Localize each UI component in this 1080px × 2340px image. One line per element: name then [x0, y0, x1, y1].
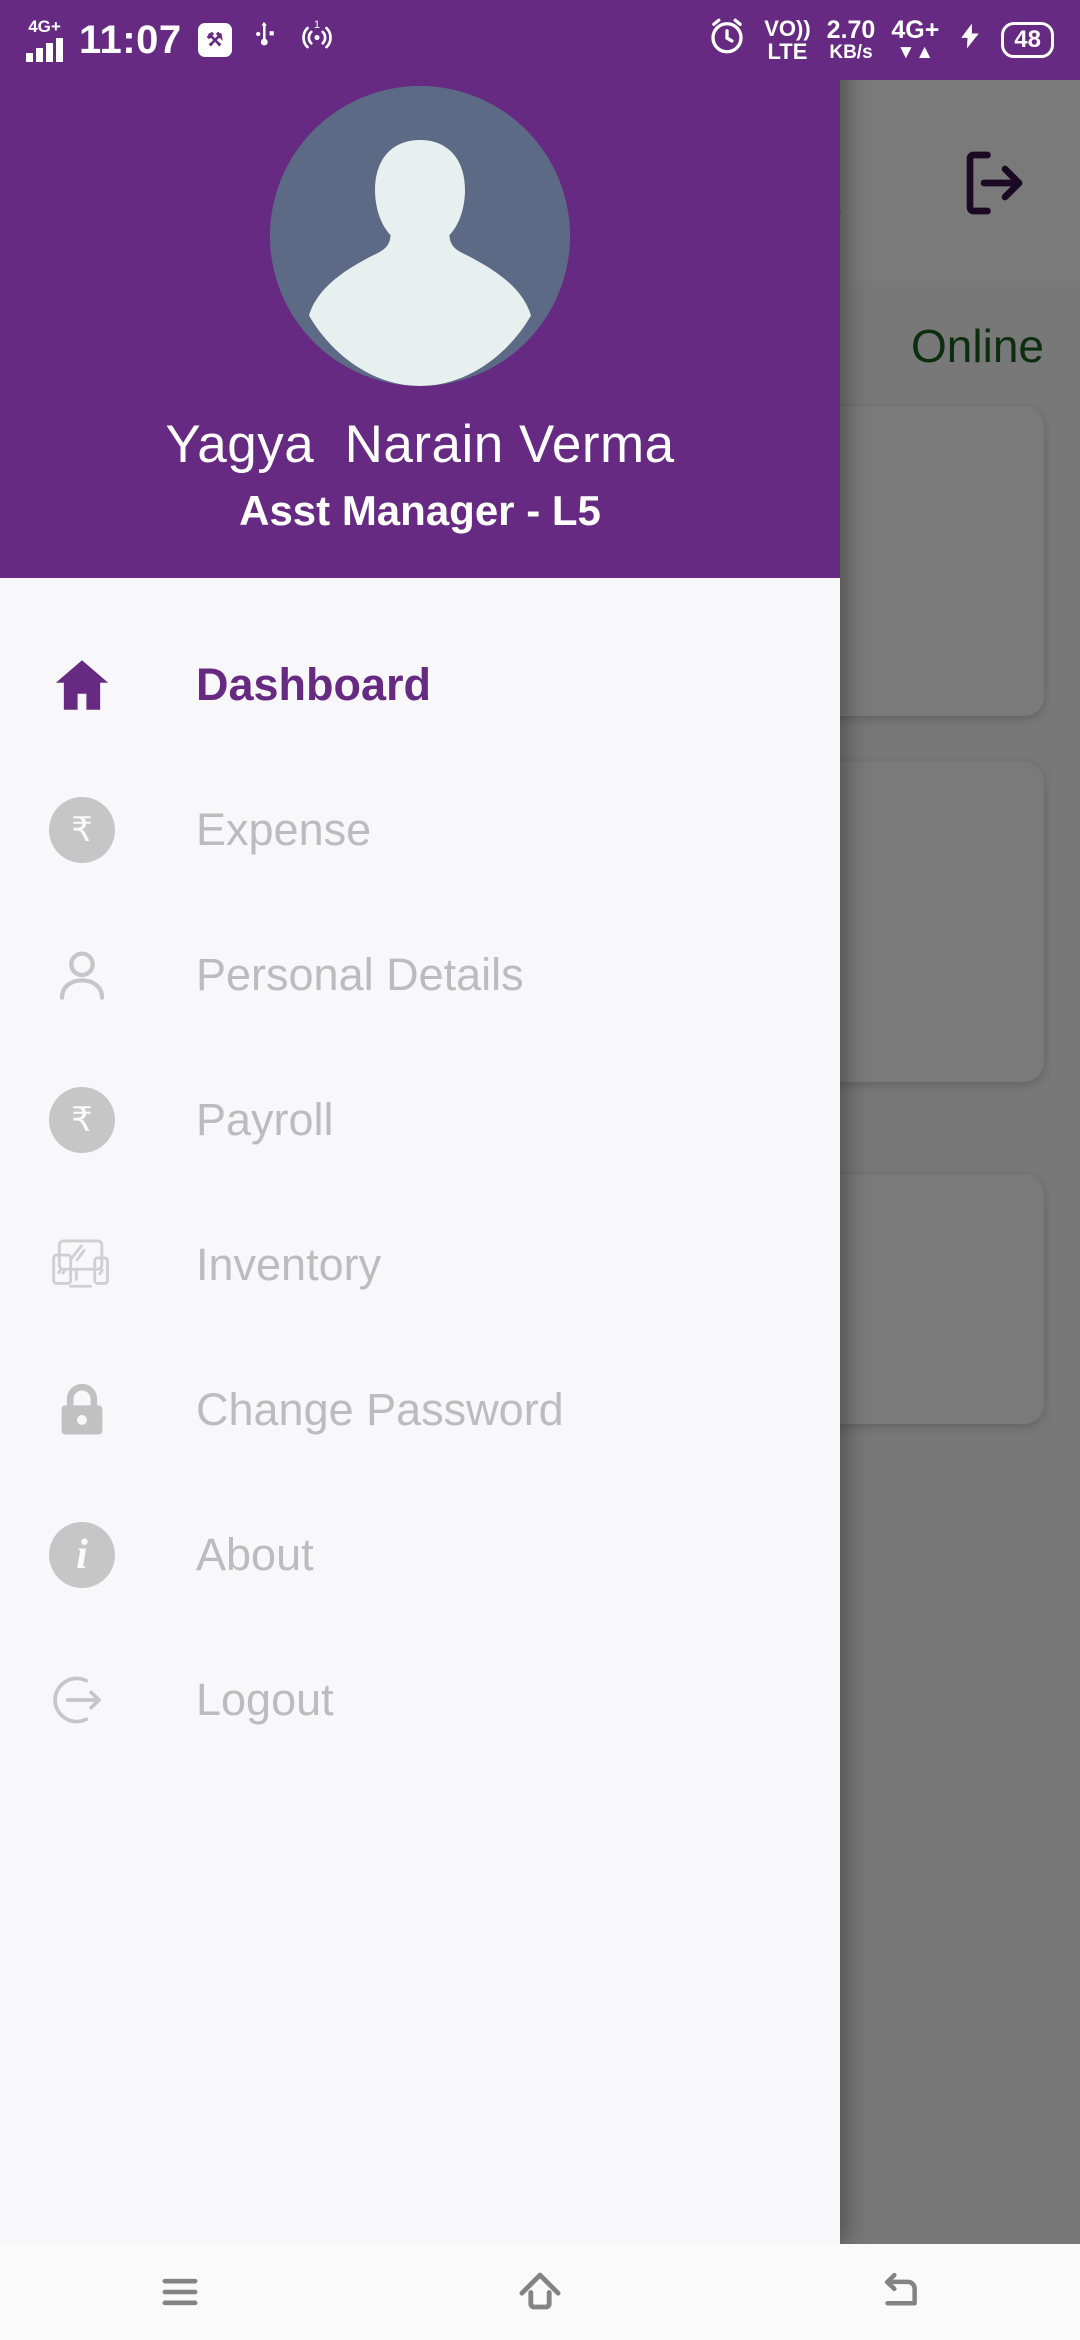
sidebar-item-label: Payroll	[196, 1093, 334, 1145]
lock-icon	[36, 1377, 128, 1443]
sidebar-item-about[interactable]: i About	[0, 1482, 840, 1627]
volte-indicator: VO)) LTE	[764, 15, 811, 64]
android-navigation-bar	[0, 2244, 1080, 2340]
profile-user-name: Yagya Narain Verma	[165, 415, 675, 474]
data-rate-indicator: 2.70 KB/s	[826, 15, 876, 64]
usb-debug-icon: ⚒	[197, 23, 232, 57]
sidebar-item-label: About	[196, 1528, 314, 1580]
sidebar-item-inventory[interactable]: Inventory	[0, 1192, 840, 1337]
recents-icon[interactable]	[90, 2266, 270, 2318]
back-icon[interactable]	[810, 2265, 990, 2319]
system-status-bar: 4G+ 11:07 ⚒ 1 VO)) LTE 2.70 KB/s 4G+ ▼▲ …	[0, 0, 1080, 80]
hotspot-icon: 1	[298, 17, 336, 64]
sidebar-item-payroll[interactable]: ₹ Payroll	[0, 1047, 840, 1192]
charging-bolt-icon	[955, 17, 985, 64]
sidebar-item-expense[interactable]: ₹ Expense	[0, 757, 840, 902]
usb-icon	[248, 17, 282, 64]
sidebar-item-label: Dashboard	[196, 658, 432, 710]
avatar[interactable]	[270, 86, 570, 386]
sidebar-item-label: Personal Details	[196, 948, 524, 1000]
info-circle-icon: i	[36, 1521, 128, 1588]
drawer-menu-list: Dashboard ₹ Expense Personal Details ₹ P…	[0, 578, 840, 2244]
sidebar-item-label: Change Password	[196, 1383, 564, 1435]
home-icon[interactable]	[450, 2263, 630, 2321]
sidebar-item-label: Inventory	[196, 1238, 382, 1290]
signal-strength-icon: 4G+	[26, 18, 63, 62]
sidebar-item-personal-details[interactable]: Personal Details	[0, 902, 840, 1047]
svg-text:1: 1	[314, 19, 320, 31]
data-network-indicator: 4G+ ▼▲	[891, 15, 940, 64]
clock-time: 11:07	[79, 17, 182, 62]
sidebar-item-label: Expense	[196, 803, 372, 855]
alarm-clock-icon	[706, 15, 748, 66]
rupee-circle-icon: ₹	[36, 796, 128, 863]
devices-icon	[36, 1231, 128, 1299]
sidebar-item-logout[interactable]: Logout	[0, 1627, 840, 1772]
rupee-circle-icon: ₹	[36, 1086, 128, 1153]
logout-circle-icon	[36, 1666, 128, 1734]
navigation-drawer: Yagya Narain Verma Asst Manager - L5 Das…	[0, 0, 840, 2244]
battery-indicator: 48	[1001, 22, 1054, 58]
sidebar-item-dashboard[interactable]: Dashboard	[0, 612, 840, 757]
home-icon	[36, 652, 128, 718]
person-outline-icon	[36, 943, 128, 1007]
sidebar-item-label: Logout	[196, 1673, 334, 1725]
sidebar-item-change-password[interactable]: Change Password	[0, 1337, 840, 1482]
drawer-profile-header: Yagya Narain Verma Asst Manager - L5	[0, 0, 840, 578]
default-person-avatar	[270, 86, 570, 386]
profile-user-role: Asst Manager - L5	[239, 487, 601, 534]
